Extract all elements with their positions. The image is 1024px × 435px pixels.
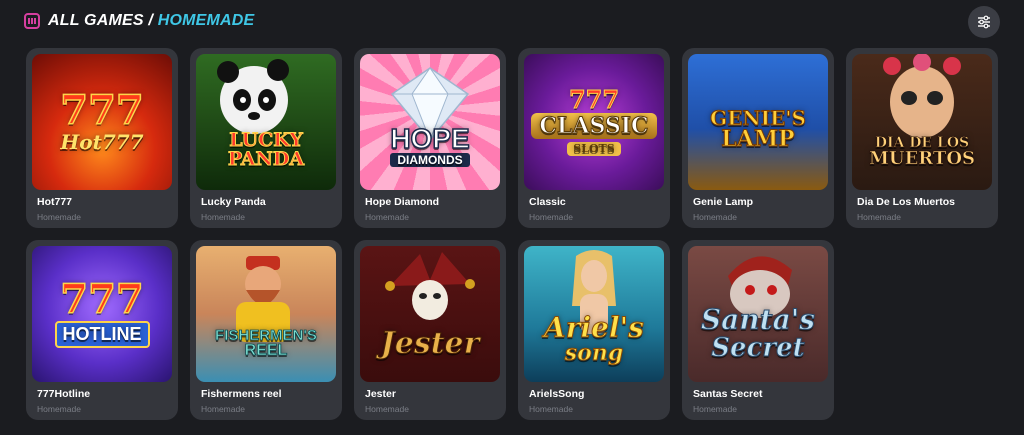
art-line2: Hot777: [60, 130, 144, 155]
game-title: Classic: [529, 196, 566, 208]
title-all-games: ALL GAMES /: [48, 12, 154, 29]
game-title: Hot777: [37, 196, 73, 208]
game-category: Homemade: [693, 404, 737, 414]
art-line1: HOPE: [390, 122, 471, 154]
game-title: Genie Lamp: [693, 196, 754, 208]
slot-machine-icon: [24, 13, 40, 29]
fisherman-illustration: [236, 256, 290, 342]
art-line2: MUERTOS: [868, 147, 976, 169]
game-category: Homemade: [529, 404, 573, 414]
game-title: Dia De Los Muertos: [857, 196, 956, 208]
jester-illustration: [385, 252, 475, 320]
game-category: Homemade: [693, 212, 737, 222]
art-line3: SLOTS: [567, 142, 621, 156]
game-title: ArielsSong: [529, 388, 585, 400]
game-card-genie-lamp[interactable]: GENIE'S LAMP Genie Lamp Homemade: [682, 48, 834, 228]
game-card-arielssong[interactable]: Ariel's song ArielsSong Homemade: [518, 240, 670, 420]
game-category: Homemade: [201, 404, 245, 414]
game-category: Homemade: [365, 404, 409, 414]
game-category: Homemade: [201, 212, 245, 222]
game-card-fishermens-reel[interactable]: FISHERMEN'S REEL Fishermens reel Homemad…: [190, 240, 342, 420]
game-card-hot777[interactable]: 777 Hot777 Hot777 Homemade: [26, 48, 178, 228]
filter-button[interactable]: [968, 6, 1000, 38]
art-line1: 777: [60, 276, 145, 324]
game-category: Homemade: [37, 212, 81, 222]
game-thumbnail: LUCKY PANDA: [196, 54, 336, 190]
game-title: Fishermens reel: [201, 388, 282, 400]
art-line2: PANDA: [227, 148, 305, 170]
art-line2: DIAMONDS: [390, 153, 470, 168]
game-card-hope-diamond[interactable]: HOPE DIAMONDS Hope Diamond Homemade: [354, 48, 506, 228]
art-line1: Jester: [380, 325, 480, 361]
art-line1: GENIE'S: [710, 105, 807, 130]
game-thumbnail: Jester: [360, 246, 500, 382]
page-title: ALL GAMES / HOMEMADE: [48, 12, 254, 30]
art-line1: Santa's: [700, 303, 816, 337]
page-header: ALL GAMES / HOMEMADE: [24, 10, 254, 32]
art-line2: song: [564, 340, 624, 367]
game-card-777hotline[interactable]: 777 HOTLINE 777Hotline Homemade: [26, 240, 178, 420]
game-category: Homemade: [529, 212, 573, 222]
game-category: Homemade: [857, 212, 901, 222]
art-line1: Ariel's: [544, 310, 645, 344]
game-thumbnail: 777 Hot777: [32, 54, 172, 190]
sugar-skull-illustration: [883, 54, 961, 138]
game-card-santas-secret[interactable]: Santa's Secret Santas Secret Homemade: [682, 240, 834, 420]
game-thumbnail: 777 HOTLINE: [32, 246, 172, 382]
game-thumbnail: GENIE'S LAMP: [688, 54, 828, 190]
game-thumbnail: FISHERMEN'S REEL: [196, 246, 336, 382]
game-thumbnail: HOPE DIAMONDS: [360, 54, 500, 190]
diamond-illustration: [390, 67, 470, 142]
art-line1: 777: [60, 87, 145, 135]
game-title: Lucky Panda: [201, 196, 266, 208]
art-line2: REEL: [244, 342, 288, 360]
filter-sliders-icon: [978, 15, 990, 29]
game-category: Homemade: [37, 404, 81, 414]
game-thumbnail: DIA DE LOS MUERTOS: [852, 54, 992, 190]
game-title: Jester: [365, 388, 396, 400]
game-category: Homemade: [365, 212, 409, 222]
game-thumbnail: 777 CLASSIC SLOTS: [524, 54, 664, 190]
art-line2: CLASSIC: [531, 112, 657, 140]
art-line2: HOTLINE: [54, 321, 150, 348]
game-card-classic[interactable]: 777 CLASSIC SLOTS Classic Homemade: [518, 48, 670, 228]
art-line2: LAMP: [721, 125, 795, 152]
game-title: Santas Secret: [693, 388, 763, 400]
game-thumbnail: Santa's Secret: [688, 246, 828, 382]
title-category: HOMEMADE: [157, 12, 255, 29]
game-card-jester[interactable]: Jester Jester Homemade: [354, 240, 506, 420]
game-card-dia-de-los-muertos[interactable]: DIA DE LOS MUERTOS Dia De Los Muertos Ho…: [846, 48, 998, 228]
game-title: 777Hotline: [37, 388, 91, 400]
game-title: Hope Diamond: [365, 196, 440, 208]
art-line1: 777: [568, 85, 620, 115]
game-card-lucky-panda[interactable]: LUCKY PANDA Lucky Panda Homemade: [190, 48, 342, 228]
game-thumbnail: Ariel's song: [524, 246, 664, 382]
art-line2: Secret: [711, 333, 805, 364]
